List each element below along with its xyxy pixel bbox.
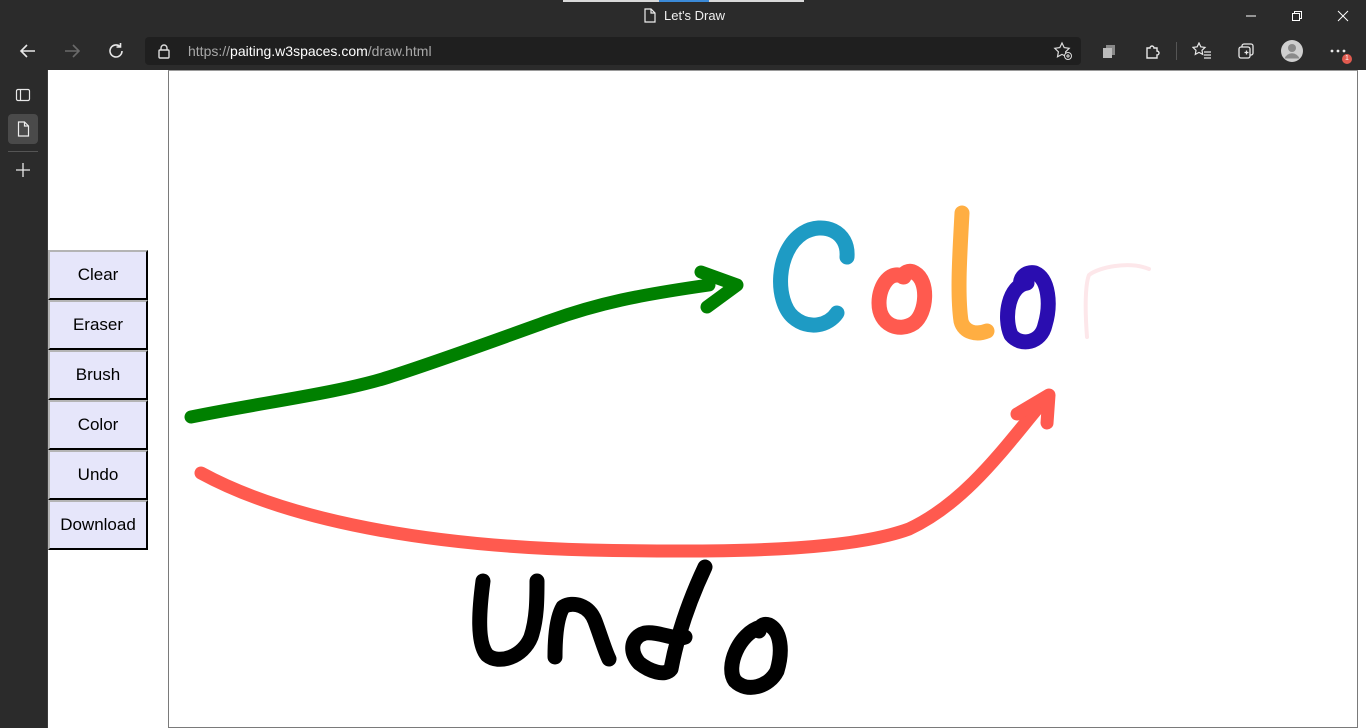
toolbar-divider [1176,42,1177,60]
page-icon [17,121,29,137]
color-button[interactable]: Color [48,400,148,450]
vertical-tabs-sidebar [0,70,48,728]
window-title: Let's Draw [644,8,725,23]
minimize-button[interactable] [1228,0,1274,32]
restore-button[interactable] [1274,0,1320,32]
letter-r-faint [1083,263,1151,339]
url-text[interactable]: https://paiting.w3spaces.com/draw.html [188,43,432,59]
url-host: paiting.w3spaces.com [230,43,368,59]
sidebar-tab-lets-draw[interactable] [8,114,38,144]
avatar-icon [1281,40,1303,62]
url-prefix: https:// [188,43,231,59]
tab-strip-indicator [563,0,804,2]
favorites-list-icon [1192,42,1211,59]
forward-arrow-icon [65,44,81,58]
close-button[interactable] [1320,0,1366,32]
sidebar-divider [8,151,38,152]
lock-icon[interactable] [157,43,171,59]
minimize-icon [1246,15,1256,17]
page-content: Clear Eraser Brush Color Undo Download [48,70,1366,728]
undo-button[interactable]: Undo [48,450,148,500]
active-tab-indicator [659,0,709,2]
refresh-icon [109,43,123,58]
title-bar: Let's Draw [0,0,1366,32]
red-arrow-stroke [194,390,1054,558]
back-button[interactable] [12,35,44,67]
letter-o-blue [1000,265,1056,350]
tab-actions-icon [15,88,31,102]
new-tab-button[interactable] [8,155,38,185]
extensions-button[interactable] [1137,35,1169,67]
new-tab-icon [16,163,30,177]
collections-tab-button[interactable] [1093,35,1125,67]
address-bar[interactable]: https://paiting.w3spaces.com/draw.html [145,37,1081,65]
letter-c [773,220,855,333]
eraser-button[interactable]: Eraser [48,300,148,350]
favorites-button[interactable] [1186,35,1218,67]
letter-n [547,596,617,667]
close-icon [1337,10,1349,22]
letter-u [472,573,545,667]
notification-badge: 1 [1342,54,1352,64]
green-arrow-stroke [184,278,716,424]
collections-button[interactable] [1230,35,1262,67]
letter-l [951,205,995,341]
canvas-drawing [184,205,1151,695]
refresh-button[interactable] [100,35,132,67]
drawing-canvas[interactable] [168,70,1358,728]
clear-button[interactable]: Clear [48,250,148,300]
letter-o-black [724,617,788,695]
letter-d [625,559,713,681]
profile-button[interactable] [1276,35,1308,67]
tool-buttons: Clear Eraser Brush Color Undo Download [48,250,148,550]
restore-icon [1292,11,1302,21]
add-favorite-icon[interactable] [1053,41,1073,61]
collections-icon [1238,43,1254,59]
forward-button[interactable] [56,35,88,67]
tab-actions-button[interactable] [8,80,38,110]
tab-stack-icon [1103,45,1115,58]
page-icon [644,8,656,23]
window-title-text: Let's Draw [664,8,726,23]
settings-more-button[interactable]: 1 [1322,35,1354,67]
brush-button[interactable]: Brush [48,350,148,400]
letter-o-red [871,263,933,335]
puzzle-icon [1146,45,1160,59]
download-button[interactable]: Download [48,500,148,550]
window-controls [1228,0,1366,32]
more-icon [1330,49,1346,53]
url-path: /draw.html [367,43,432,59]
browser-toolbar: https://paiting.w3spaces.com/draw.html 1 [0,32,1366,70]
back-arrow-icon [19,44,35,58]
